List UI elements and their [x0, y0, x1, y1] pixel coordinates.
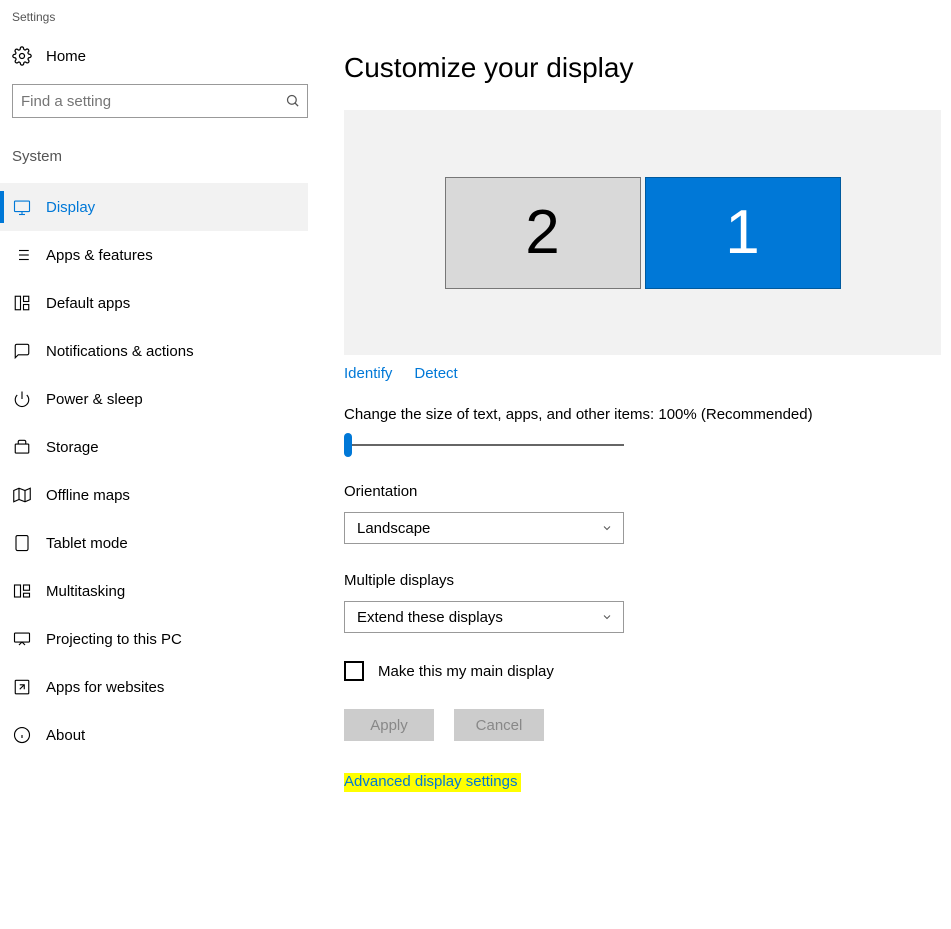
open-in-icon [12, 677, 32, 697]
monitor-1[interactable]: 1 [645, 177, 841, 289]
sidebar-item-display[interactable]: Display [0, 183, 308, 231]
cancel-button: Cancel [454, 709, 544, 741]
sidebar-item-label: Apps & features [46, 247, 153, 264]
multiple-displays-value: Extend these displays [357, 609, 503, 626]
advanced-display-settings-link[interactable]: Advanced display settings [344, 773, 521, 792]
power-icon [12, 389, 32, 409]
sidebar-item-label: Offline maps [46, 487, 130, 504]
chevron-down-icon [601, 611, 613, 623]
identify-link[interactable]: Identify [344, 365, 392, 382]
orientation-select[interactable]: Landscape [344, 512, 624, 544]
text-size-label: Change the size of text, apps, and other… [344, 406, 941, 423]
text-size-slider[interactable] [344, 435, 624, 455]
sidebar-item-label: Storage [46, 439, 99, 456]
list-icon [12, 245, 32, 265]
sidebar-item-apps-features[interactable]: Apps & features [0, 231, 308, 279]
default-apps-icon [12, 293, 32, 313]
chat-icon [12, 341, 32, 361]
apply-button: Apply [344, 709, 434, 741]
map-icon [12, 485, 32, 505]
sidebar-item-about[interactable]: About [0, 711, 308, 759]
sidebar-item-apps-websites[interactable]: Apps for websites [0, 663, 308, 711]
main-panel: Customize your display 2 1 Identify Dete… [310, 28, 951, 929]
chevron-down-icon [601, 522, 613, 534]
sidebar-item-projecting[interactable]: Projecting to this PC [0, 615, 308, 663]
search-icon [285, 93, 301, 109]
search-input[interactable] [13, 85, 295, 117]
monitor-arrangement[interactable]: 2 1 [344, 110, 941, 355]
sidebar-item-label: Multitasking [46, 583, 125, 600]
multiple-displays-label: Multiple displays [344, 572, 941, 589]
orientation-value: Landscape [357, 520, 430, 537]
main-display-checkbox[interactable] [344, 661, 364, 681]
sidebar-item-label: About [46, 727, 85, 744]
display-icon [12, 197, 32, 217]
sidebar-item-label: Default apps [46, 295, 130, 312]
home-label: Home [46, 48, 86, 65]
sidebar-item-offline-maps[interactable]: Offline maps [0, 471, 308, 519]
sidebar-item-label: Power & sleep [46, 391, 143, 408]
sidebar: Home System Display App [0, 28, 310, 929]
sidebar-item-storage[interactable]: Storage [0, 423, 308, 471]
sidebar-item-default-apps[interactable]: Default apps [0, 279, 308, 327]
home-nav[interactable]: Home [0, 28, 308, 84]
slider-thumb[interactable] [344, 433, 352, 457]
window-title: Settings [0, 0, 951, 28]
sidebar-item-label: Apps for websites [46, 679, 164, 696]
sidebar-item-power-sleep[interactable]: Power & sleep [0, 375, 308, 423]
sidebar-item-notifications[interactable]: Notifications & actions [0, 327, 308, 375]
multiple-displays-select[interactable]: Extend these displays [344, 601, 624, 633]
storage-icon [12, 437, 32, 457]
section-label-system: System [0, 118, 308, 183]
sidebar-item-label: Tablet mode [46, 535, 128, 552]
tablet-icon [12, 533, 32, 553]
sidebar-item-label: Display [46, 199, 95, 216]
monitor-2[interactable]: 2 [445, 177, 641, 289]
search-box[interactable] [12, 84, 308, 118]
projecting-icon [12, 629, 32, 649]
orientation-label: Orientation [344, 483, 941, 500]
multitasking-icon [12, 581, 32, 601]
gear-icon [12, 46, 32, 66]
sidebar-item-label: Projecting to this PC [46, 631, 182, 648]
sidebar-item-multitasking[interactable]: Multitasking [0, 567, 308, 615]
info-icon [12, 725, 32, 745]
detect-link[interactable]: Detect [414, 365, 457, 382]
sidebar-item-tablet-mode[interactable]: Tablet mode [0, 519, 308, 567]
page-title: Customize your display [344, 52, 941, 84]
sidebar-item-label: Notifications & actions [46, 343, 194, 360]
main-display-label: Make this my main display [378, 663, 554, 680]
